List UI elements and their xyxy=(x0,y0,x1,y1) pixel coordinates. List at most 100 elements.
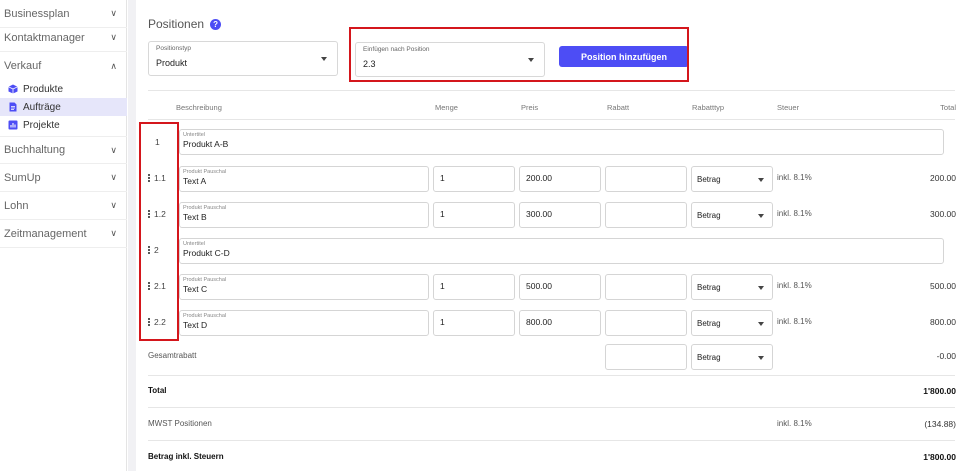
chevron-up-icon: ∧ xyxy=(110,60,117,71)
description-value: Text B xyxy=(183,212,207,222)
nav-label: Kontaktmanager xyxy=(4,31,85,44)
header-steuer: Steuer xyxy=(777,103,800,112)
mwst-label: MWST Positionen xyxy=(148,419,212,428)
rabatt-input[interactable] xyxy=(605,166,687,192)
description-value: Text D xyxy=(183,320,208,330)
description-field[interactable]: Produkt Pauschal Text A xyxy=(179,166,429,192)
description-field[interactable]: Produkt Pauschal Text D xyxy=(179,310,429,336)
row-number-text: 1.1 xyxy=(154,173,166,183)
nav-verkauf[interactable]: Verkauf ∧ xyxy=(0,52,127,80)
menge-value: 1 xyxy=(440,173,445,183)
menge-input[interactable]: 1 xyxy=(433,166,515,192)
preis-input[interactable]: 300.00 xyxy=(519,202,601,228)
untertitel-field[interactable]: Untertitel Produkt C-D xyxy=(179,238,944,264)
preis-input[interactable]: 200.00 xyxy=(519,166,601,192)
nav-buchhaltung[interactable]: Buchhaltung ∨ xyxy=(0,136,127,164)
divider xyxy=(148,440,955,441)
preis-value: 200.00 xyxy=(526,173,552,183)
sidebar-item-label: Produkte xyxy=(23,83,64,95)
content-gutter xyxy=(128,0,136,471)
description-field[interactable]: Produkt Pauschal Text B xyxy=(179,202,429,228)
page-title-text: Positionen xyxy=(148,17,205,31)
einfuegen-nach-position-select[interactable]: Einfügen nach Position 2.3 xyxy=(355,42,545,77)
bar-chart-icon xyxy=(8,120,18,130)
row-number: 2 xyxy=(148,245,159,255)
drag-handle-icon[interactable] xyxy=(148,174,150,183)
header-preis: Preis xyxy=(521,103,539,112)
field-type-label: Untertitel xyxy=(183,241,206,247)
caret-down-icon xyxy=(758,356,764,360)
drag-handle-icon[interactable] xyxy=(148,282,150,291)
sidebar-item-projekte[interactable]: Projekte xyxy=(0,116,127,134)
rabatt-input[interactable] xyxy=(605,274,687,300)
row-total: 300.00 xyxy=(930,209,956,219)
divider xyxy=(148,90,955,91)
row-number-text: 2 xyxy=(154,245,159,255)
chevron-down-icon: ∨ xyxy=(110,172,117,182)
field-type-label: Produkt Pauschal xyxy=(183,205,227,211)
nav-sumup[interactable]: SumUp ∨ xyxy=(0,164,127,192)
menge-value: 1 xyxy=(440,209,445,219)
help-icon[interactable]: ? xyxy=(210,18,222,30)
preis-value: 300.00 xyxy=(526,209,552,219)
gesamtrabatt-input[interactable] xyxy=(605,344,687,370)
rabatttyp-select[interactable]: Betrag xyxy=(691,202,773,228)
field-type-label: Produkt Pauschal xyxy=(183,169,227,175)
page-title: Positionen ? xyxy=(148,17,222,31)
rabatt-input[interactable] xyxy=(605,310,687,336)
menge-input[interactable]: 1 xyxy=(433,310,515,336)
untertitel-field[interactable]: Untertitel Produkt A-B xyxy=(179,129,944,155)
caret-down-icon xyxy=(528,57,534,62)
nav-zeitmanagement[interactable]: Zeitmanagement ∨ xyxy=(0,220,127,248)
gesamtrabatt-total: -0.00 xyxy=(936,351,956,361)
chevron-down-icon: ∨ xyxy=(110,144,117,155)
sidebar-item-label: Projekte xyxy=(23,119,60,131)
description-field[interactable]: Produkt Pauschal Text C xyxy=(179,274,429,300)
positionstyp-label: Positionstyp xyxy=(156,45,192,52)
einfuegen-value: 2.3 xyxy=(363,59,376,69)
menge-input[interactable]: 1 xyxy=(433,274,515,300)
steuer-value: inkl. 8.1% xyxy=(777,209,812,218)
rabatttyp-select[interactable]: Betrag xyxy=(691,166,773,192)
highlight-box-row-numbers xyxy=(139,122,179,341)
gesamtrabatt-typ-select[interactable]: Betrag xyxy=(691,344,773,370)
preis-input[interactable]: 500.00 xyxy=(519,274,601,300)
rabatttyp-select[interactable]: Betrag xyxy=(691,274,773,300)
menge-input[interactable]: 1 xyxy=(433,202,515,228)
brutto-value: 1'800.00 xyxy=(923,452,956,462)
sidebar-item-auftraege[interactable]: Aufträge xyxy=(0,98,127,116)
divider xyxy=(148,375,955,376)
position-hinzufuegen-button[interactable]: Position hinzufügen xyxy=(559,46,689,67)
steuer-value: inkl. 8.1% xyxy=(777,281,812,290)
drag-handle-icon[interactable] xyxy=(148,318,150,327)
sidebar-item-label: Aufträge xyxy=(23,101,61,113)
rabatttyp-select[interactable]: Betrag xyxy=(691,310,773,336)
header-rabatttyp: Rabatttyp xyxy=(692,103,725,112)
row-total: 800.00 xyxy=(930,317,956,327)
caret-down-icon xyxy=(321,56,327,61)
row-number: 1.2 xyxy=(148,209,166,219)
rabatttyp-value: Betrag xyxy=(697,319,721,328)
row-number: 1 xyxy=(155,137,160,147)
caret-down-icon xyxy=(758,322,764,326)
rabatt-input[interactable] xyxy=(605,202,687,228)
mwst-value: (134.88) xyxy=(924,419,956,429)
positionstyp-select[interactable]: Positionstyp Produkt xyxy=(148,41,338,76)
preis-input[interactable]: 800.00 xyxy=(519,310,601,336)
chevron-down-icon: ∨ xyxy=(110,228,117,238)
drag-handle-icon[interactable] xyxy=(148,246,150,255)
positionstyp-value: Produkt xyxy=(156,58,188,68)
field-type-label: Untertitel xyxy=(183,132,206,138)
einfuegen-label: Einfügen nach Position xyxy=(363,46,430,53)
preis-value: 500.00 xyxy=(526,281,552,291)
description-value: Produkt C-D xyxy=(183,248,230,258)
nav-lohn[interactable]: Lohn ∨ xyxy=(0,192,127,220)
divider xyxy=(148,119,955,120)
header-beschreibung: Beschreibung xyxy=(176,103,222,112)
menge-value: 1 xyxy=(440,281,445,291)
nav-label: Zeitmanagement xyxy=(4,227,87,240)
drag-handle-icon[interactable] xyxy=(148,210,150,219)
sidebar-item-produkte[interactable]: Produkte xyxy=(0,80,127,98)
nav-kontaktmanager[interactable]: Kontaktmanager ∨ xyxy=(0,24,127,52)
brutto-label: Betrag inkl. Steuern xyxy=(148,452,224,461)
